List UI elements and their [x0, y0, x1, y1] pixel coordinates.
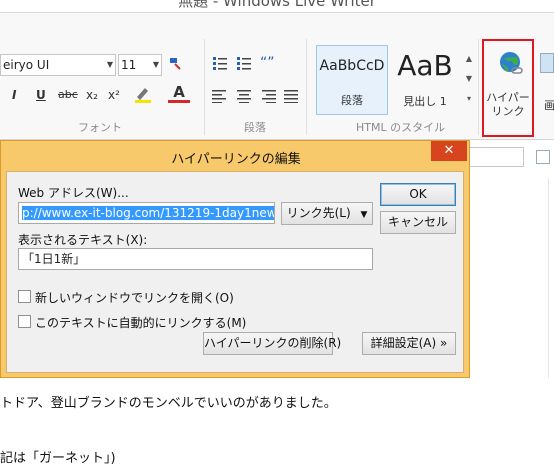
- bullets-icon[interactable]: [212, 55, 228, 75]
- hyperlink-label-line1: ハイパー: [486, 91, 530, 104]
- group-separator: [204, 39, 205, 135]
- paste-format-icon[interactable]: [166, 55, 184, 73]
- group-label-font: フォント: [78, 121, 122, 134]
- dialog-title: ハイパーリンクの編集: [171, 152, 301, 167]
- edit-hyperlink-dialog: ハイパーリンクの編集 ✕ Web アドレス(W)... p://www.ex-i…: [0, 140, 470, 378]
- auto-link-label: このテキストに自動的にリンクする(M): [35, 316, 247, 330]
- underline-button[interactable]: U: [36, 87, 46, 103]
- justify-icon[interactable]: [284, 89, 300, 107]
- auto-link-checkbox[interactable]: [18, 315, 31, 328]
- style-caption: 見出し 1: [403, 95, 447, 108]
- quote-icon[interactable]: “”: [260, 55, 275, 71]
- display-text-label: 表示されるテキスト(X):: [18, 233, 148, 247]
- document-text-line: 記は「ガーネット」): [0, 451, 116, 466]
- numbering-icon[interactable]: [236, 55, 252, 75]
- document-text-line: トドア、登山ブランドのモンベルでいいのがありました。: [0, 396, 337, 411]
- window-title: 無題 - Windows Live Writer: [178, 0, 376, 10]
- window-titlebar: 無題 - Windows Live Writer: [0, 0, 554, 12]
- hyperlink-label-line2: リンク: [491, 105, 525, 118]
- display-text-input[interactable]: 「1日1新」: [18, 248, 373, 270]
- style-paragraph-tile[interactable]: AaBbCcD 段落: [316, 45, 388, 115]
- group-label-html-style: HTML のスタイル: [356, 121, 446, 134]
- dropdown-arrow-icon: ▼: [106, 60, 113, 69]
- display-text-value: 「1日1新」: [22, 252, 86, 266]
- ok-button[interactable]: OK: [380, 183, 456, 206]
- web-address-label: Web アドレス(W)...: [18, 186, 129, 200]
- subscript-button[interactable]: x₂: [86, 87, 98, 103]
- italic-button[interactable]: I: [12, 87, 16, 103]
- group-separator: [306, 39, 307, 135]
- style-heading1-tile[interactable]: AaB 見出し 1: [390, 45, 460, 115]
- new-window-checkbox[interactable]: [18, 290, 31, 303]
- document-margin-line: [548, 178, 549, 378]
- advanced-settings-button[interactable]: 詳細設定(A) »: [362, 332, 456, 355]
- link-target-label: リンク先(L): [286, 206, 351, 220]
- font-size-select[interactable]: 11 ▼: [118, 54, 162, 76]
- globe-link-icon: [498, 51, 523, 75]
- web-address-value: p://www.ex-it-blog.com/131219-1day1new: [22, 206, 275, 220]
- font-size-value: 11: [121, 58, 137, 72]
- document-side-control[interactable]: [536, 150, 550, 164]
- close-icon[interactable]: ✕: [431, 141, 467, 161]
- ribbon: eiryo UI ▼ 11 ▼ I U abc x₂ x² A フォント “” …: [0, 12, 554, 140]
- image-insert-label: 画: [544, 99, 554, 112]
- style-gallery-scroll[interactable]: ▲ ▼ ▾: [462, 49, 476, 113]
- superscript-button[interactable]: x²: [108, 87, 120, 103]
- image-insert-button[interactable]: [540, 53, 554, 73]
- document-title-field[interactable]: [462, 147, 524, 167]
- group-separator: [478, 39, 479, 135]
- text-color-button[interactable]: A: [168, 85, 190, 103]
- align-right-icon[interactable]: [260, 89, 276, 107]
- font-name-select[interactable]: eiryo UI ▼: [0, 54, 116, 76]
- font-name-value: eiryo UI: [3, 58, 50, 72]
- new-window-label: 新しいウィンドウでリンクを開く(O): [35, 291, 234, 305]
- style-preview: AaB: [397, 49, 453, 82]
- align-left-icon[interactable]: [212, 89, 228, 107]
- group-label-paragraph: 段落: [244, 121, 266, 134]
- highlight-icon[interactable]: [132, 85, 154, 107]
- cancel-button[interactable]: キャンセル: [380, 211, 456, 234]
- remove-hyperlink-button[interactable]: ハイパーリンクの削除(R): [203, 332, 341, 355]
- web-address-input[interactable]: p://www.ex-it-blog.com/131219-1day1new: [18, 202, 275, 224]
- dropdown-arrow-icon: ▼: [152, 60, 159, 69]
- align-center-icon[interactable]: [236, 89, 252, 107]
- link-target-dropdown[interactable]: リンク先(L) ▼: [281, 202, 373, 225]
- strikethrough-button[interactable]: abc: [58, 87, 78, 103]
- style-preview: AaBbCcD: [319, 58, 385, 74]
- style-caption: 段落: [341, 94, 363, 107]
- dialog-body: Web アドレス(W)... p://www.ex-it-blog.com/13…: [6, 171, 464, 373]
- dropdown-arrow-icon: ▼: [360, 210, 368, 220]
- hyperlink-button[interactable]: ハイパー リンク: [482, 39, 534, 137]
